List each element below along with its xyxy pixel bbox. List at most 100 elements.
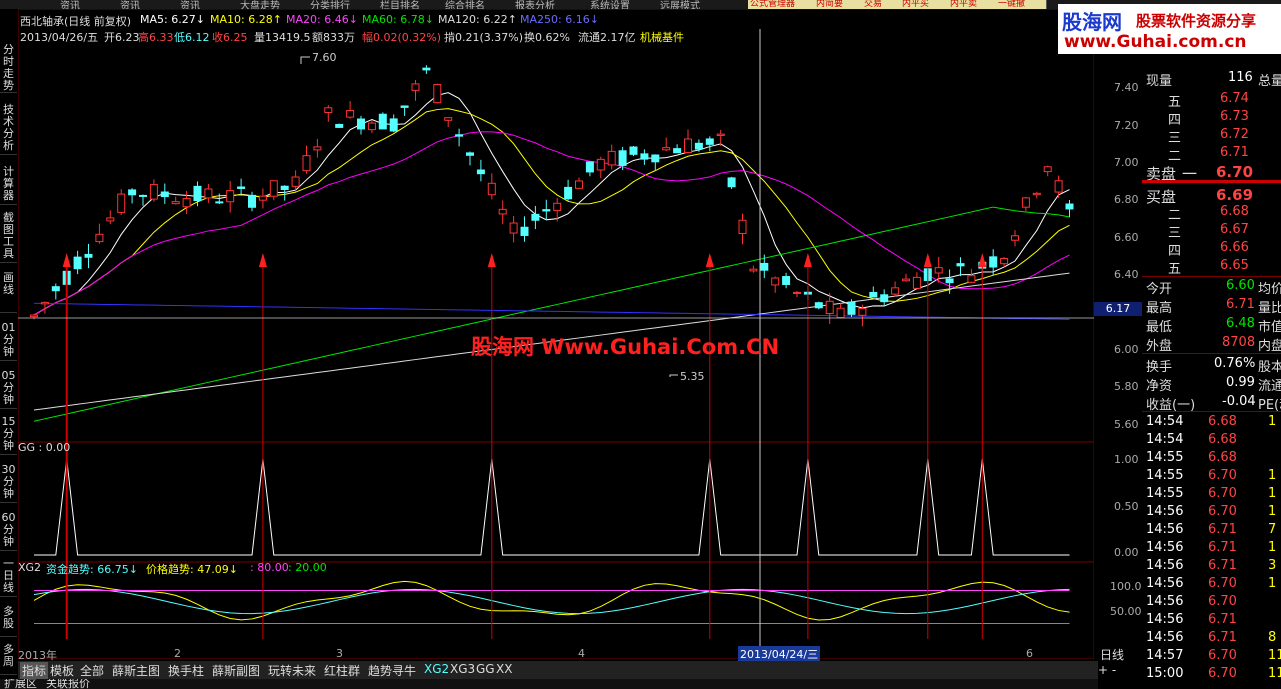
xg2-tick: 100.0 <box>1110 580 1142 593</box>
top-tab[interactable]: 远展模式 <box>660 0 700 9</box>
candle-body <box>313 146 322 151</box>
candle-body <box>1065 203 1074 210</box>
tick-price: 6.71 <box>1208 630 1237 645</box>
tab-gg[interactable]: GG <box>476 662 495 676</box>
candle-body <box>596 158 605 171</box>
volume-label: 现量 <box>1146 74 1173 89</box>
sidebar-item-15min[interactable]: 15分钟 <box>0 416 17 455</box>
ma20-value: MA20: 6.46↓ <box>286 13 358 26</box>
indicator-tabs: 指标 模板 全部 薛斯主图 换手柱 薛斯副图 玩转未来 红柱群 趋势寻牛 XG2… <box>18 661 1098 679</box>
level-label: 三 <box>1168 131 1182 146</box>
candle-body <box>128 189 137 196</box>
sidebar-item-5min[interactable]: 05分钟 <box>0 370 17 409</box>
tick-price: 6.71 <box>1208 558 1237 573</box>
stat-label: 市值 <box>1258 320 1281 335</box>
related-quote-tab[interactable]: 关联报价 <box>46 679 90 689</box>
xg2-price-trend: 价格趋势: 47.09↓ <box>146 563 238 576</box>
tick-volume: 11 <box>1268 648 1281 663</box>
top-tab[interactable]: 大盘走势 <box>240 0 280 9</box>
tab-xs-main[interactable]: 薛斯主图 <box>112 662 160 679</box>
sidebar-item-multi[interactable]: 多股 <box>0 606 17 637</box>
sidebar-item-1min[interactable]: 01分钟 <box>0 322 17 361</box>
candle-body <box>193 185 202 202</box>
sidebar-item-draw[interactable]: 画线 <box>0 272 17 313</box>
sidebar-item-intraday[interactable]: 分时走势 <box>0 44 17 93</box>
up-arrow-icon <box>978 253 987 267</box>
sidebar-item-30min[interactable]: 30分钟 <box>0 464 17 503</box>
bar-close: 收6.25 <box>212 31 248 44</box>
logo-main: 股海网 <box>1062 10 1122 34</box>
tab-all[interactable]: 全部 <box>80 662 104 679</box>
kline-chart[interactable]: 西北轴承(日线 前复权) MA5: 6.27↓ MA10: 6.28↑ MA20… <box>18 9 1142 662</box>
stat-label: 外盘 <box>1146 339 1173 354</box>
sidebar-item-technical[interactable]: 技术分析 <box>0 104 17 155</box>
tab-indicator[interactable]: 指标 <box>20 662 49 679</box>
stat-value: 0.76% <box>1214 356 1256 371</box>
tick-volume: 1 <box>1268 540 1277 555</box>
sell-button[interactable]: 内平卖 <box>948 0 999 9</box>
watermark: 股海网 Www.Guhai.Com.CN <box>471 335 780 359</box>
tick-price: 6.68 <box>1208 432 1237 447</box>
top-tab[interactable]: 资讯 <box>180 0 200 9</box>
stat-label: 流通 <box>1258 379 1281 394</box>
stat-label: 均价 <box>1258 282 1281 297</box>
top-tab[interactable]: 报表分析 <box>515 0 555 9</box>
tab-trend-bull[interactable]: 趋势寻牛 <box>368 662 416 679</box>
candle-body <box>629 146 638 155</box>
up-arrow-icon <box>923 253 932 267</box>
candle-body <box>607 150 616 166</box>
trade-button[interactable]: 交易 <box>862 0 903 9</box>
tab-xg2[interactable]: XG2 <box>424 662 449 676</box>
candle-body <box>248 194 256 208</box>
candle-body <box>182 198 191 208</box>
xg2-tick: 50.00 <box>1110 605 1142 618</box>
price-tick: 6.60 <box>1114 231 1139 244</box>
candle-body <box>967 275 976 283</box>
tick-price: 6.70 <box>1208 468 1237 483</box>
sell-price: 6.72 <box>1220 127 1249 142</box>
tab-xx[interactable]: XX <box>496 662 512 676</box>
sidebar-item-daily[interactable]: 一日线 <box>0 558 17 597</box>
top-tab[interactable]: 综合排名 <box>445 0 485 9</box>
cancel-all-button[interactable]: 一键撤 <box>996 0 1047 9</box>
sidebar-item-calculator[interactable]: 计算器 <box>0 166 17 205</box>
top-tab[interactable]: 栏目排名 <box>380 0 420 9</box>
formula-manager-button[interactable]: 公式管理器 <box>748 0 817 9</box>
sidebar-item-screenshot[interactable]: 截图工具 <box>0 212 17 263</box>
stat-row: 今开 6.60 均价 <box>1142 278 1281 297</box>
period-label[interactable]: 日线 <box>1100 646 1124 663</box>
top-tab[interactable]: 资讯 <box>120 0 140 9</box>
tick-time: 14:56 <box>1146 558 1184 573</box>
sidebar-item-60min[interactable]: 60分钟 <box>0 512 17 551</box>
tick-volume: 1 <box>1268 414 1277 429</box>
top-tab[interactable]: 资讯 <box>60 0 80 9</box>
price-marker-badge: 6.17 <box>1094 302 1142 316</box>
time-tick: 2 <box>174 647 181 660</box>
sell-price: 6.71 <box>1220 145 1249 160</box>
top-tab[interactable]: 系统设置 <box>590 0 630 9</box>
candle-body <box>782 276 791 285</box>
divider <box>1142 411 1281 412</box>
tick-row: 14:55 6.70 1 <box>1142 468 1281 486</box>
tab-template[interactable]: 模板 <box>50 662 74 679</box>
sell-price: 6.74 <box>1220 91 1249 106</box>
sidebar-item-weekly[interactable]: 多周 <box>0 644 17 675</box>
tab-turnover-bar[interactable]: 换手柱 <box>168 662 204 679</box>
tab-future[interactable]: 玩转未来 <box>268 662 316 679</box>
tick-time: 14:55 <box>1146 468 1184 483</box>
top-tab[interactable]: 分类排行 <box>310 0 350 9</box>
tab-xg3[interactable]: XG3 <box>450 662 475 676</box>
bar-volume: 量13419.5 <box>254 31 311 44</box>
zoom-buttons[interactable]: + - <box>1098 663 1142 677</box>
buy-button[interactable]: 内平买 <box>900 0 951 9</box>
bar-amount: 额833万 <box>312 31 355 44</box>
brief-button[interactable]: 内简要 <box>814 0 865 9</box>
tab-red-bars[interactable]: 红柱群 <box>324 662 360 679</box>
candle-body <box>673 148 682 154</box>
tab-xs-sub[interactable]: 薛斯副图 <box>212 662 260 679</box>
stat-value: 6.71 <box>1226 297 1255 312</box>
extension-area-tab[interactable]: 扩展区 <box>4 679 37 689</box>
bar-industry: 机械基件 <box>640 31 684 44</box>
bar-high: 高6.33 <box>138 31 174 44</box>
candle-body <box>280 185 289 190</box>
